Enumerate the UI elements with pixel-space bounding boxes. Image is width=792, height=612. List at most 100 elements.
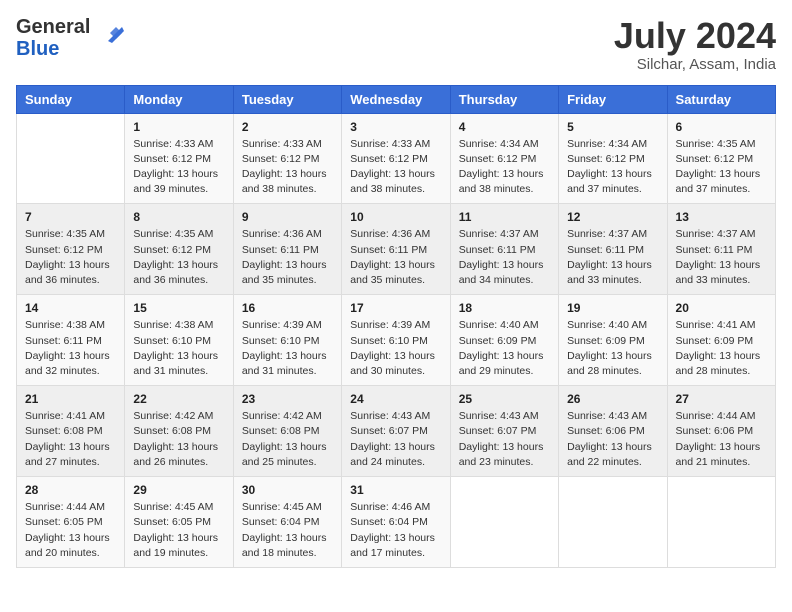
calendar-day-cell: 1 Sunrise: 4:33 AMSunset: 6:12 PMDaylight…	[125, 113, 233, 204]
day-info: Sunrise: 4:33 AMSunset: 6:12 PMDaylight:…	[133, 137, 224, 198]
day-number: 9	[242, 210, 333, 224]
calendar-day-cell	[667, 477, 775, 568]
calendar-header: SundayMondayTuesdayWednesdayThursdayFrid…	[17, 85, 776, 113]
day-number: 16	[242, 301, 333, 315]
day-number: 17	[350, 301, 441, 315]
day-info: Sunrise: 4:41 AMSunset: 6:09 PMDaylight:…	[676, 318, 767, 379]
day-number: 4	[459, 120, 550, 134]
calendar-week-row: 28Sunrise: 4:44 AMSunset: 6:05 PMDayligh…	[17, 477, 776, 568]
calendar-day-cell: 16 Sunrise: 4:39 AMSunset: 6:10 PMDayligh…	[233, 295, 341, 386]
day-info: Sunrise: 4:38 AMSunset: 6:10 PMDaylight:…	[133, 318, 224, 379]
day-number: 24	[350, 392, 441, 406]
day-number: 8	[133, 210, 224, 224]
day-number: 12	[567, 210, 658, 224]
logo: General Blue	[16, 16, 124, 60]
day-number: 11	[459, 210, 550, 224]
calendar-day-cell	[559, 477, 667, 568]
day-number: 28	[25, 483, 116, 497]
calendar-week-row: 14 Sunrise: 4:38 AMSunset: 6:11 PMDayligh…	[17, 295, 776, 386]
logo-general: General Blue	[16, 16, 90, 60]
day-number: 19	[567, 301, 658, 315]
day-info: Sunrise: 4:37 AMSunset: 6:11 PMDaylight:…	[459, 227, 550, 288]
title-area: July 2024 Silchar, Assam, India	[614, 16, 776, 73]
day-info: Sunrise: 4:38 AMSunset: 6:11 PMDaylight:…	[25, 318, 116, 379]
day-info: Sunrise: 4:45 AMSunset: 6:04 PMDaylight:…	[242, 500, 333, 561]
day-number: 13	[676, 210, 767, 224]
month-title: July 2024	[614, 16, 776, 56]
day-info: Sunrise: 4:33 AMSunset: 6:12 PMDaylight:…	[242, 137, 333, 198]
day-number: 18	[459, 301, 550, 315]
day-of-week-header: Saturday	[667, 85, 775, 113]
calendar-day-cell: 12 Sunrise: 4:37 AMSunset: 6:11 PMDayligh…	[559, 204, 667, 295]
day-number: 5	[567, 120, 658, 134]
day-number: 3	[350, 120, 441, 134]
calendar-day-cell: 3 Sunrise: 4:33 AMSunset: 6:12 PMDaylight…	[342, 113, 450, 204]
calendar-day-cell: 25Sunrise: 4:43 AMSunset: 6:07 PMDayligh…	[450, 386, 558, 477]
day-number: 22	[133, 392, 224, 406]
calendar-day-cell: 27Sunrise: 4:44 AMSunset: 6:06 PMDayligh…	[667, 386, 775, 477]
day-number: 6	[676, 120, 767, 134]
day-info: Sunrise: 4:41 AMSunset: 6:08 PMDaylight:…	[25, 409, 116, 470]
day-info: Sunrise: 4:44 AMSunset: 6:06 PMDaylight:…	[676, 409, 767, 470]
day-of-week-header: Wednesday	[342, 85, 450, 113]
day-of-week-header: Monday	[125, 85, 233, 113]
day-number: 20	[676, 301, 767, 315]
day-number: 25	[459, 392, 550, 406]
calendar-day-cell: 24 Sunrise: 4:43 AMSunset: 6:07 PMDayligh…	[342, 386, 450, 477]
calendar-day-cell: 18 Sunrise: 4:40 AMSunset: 6:09 PMDayligh…	[450, 295, 558, 386]
calendar-day-cell: 4 Sunrise: 4:34 AMSunset: 6:12 PMDaylight…	[450, 113, 558, 204]
calendar-day-cell: 9Sunrise: 4:36 AMSunset: 6:11 PMDaylight…	[233, 204, 341, 295]
location-subtitle: Silchar, Assam, India	[614, 56, 776, 73]
calendar-day-cell: 22 Sunrise: 4:42 AMSunset: 6:08 PMDayligh…	[125, 386, 233, 477]
calendar-day-cell: 29Sunrise: 4:45 AMSunset: 6:05 PMDayligh…	[125, 477, 233, 568]
calendar-day-cell: 20 Sunrise: 4:41 AMSunset: 6:09 PMDayligh…	[667, 295, 775, 386]
day-of-week-header: Thursday	[450, 85, 558, 113]
day-info: Sunrise: 4:42 AMSunset: 6:08 PMDaylight:…	[133, 409, 224, 470]
day-of-week-header: Tuesday	[233, 85, 341, 113]
calendar-week-row: 21 Sunrise: 4:41 AMSunset: 6:08 PMDayligh…	[17, 386, 776, 477]
logo-icon	[94, 19, 124, 49]
calendar-day-cell: 30 Sunrise: 4:45 AMSunset: 6:04 PMDayligh…	[233, 477, 341, 568]
day-info: Sunrise: 4:35 AMSunset: 6:12 PMDaylight:…	[133, 227, 224, 288]
calendar-body: 1 Sunrise: 4:33 AMSunset: 6:12 PMDaylight…	[17, 113, 776, 567]
day-info: Sunrise: 4:39 AMSunset: 6:10 PMDaylight:…	[242, 318, 333, 379]
calendar-day-cell: 10 Sunrise: 4:36 AMSunset: 6:11 PMDayligh…	[342, 204, 450, 295]
calendar-day-cell: 23 Sunrise: 4:42 AMSunset: 6:08 PMDayligh…	[233, 386, 341, 477]
day-number: 31	[350, 483, 441, 497]
calendar-day-cell	[17, 113, 125, 204]
day-info: Sunrise: 4:42 AMSunset: 6:08 PMDaylight:…	[242, 409, 333, 470]
calendar-day-cell: 26Sunrise: 4:43 AMSunset: 6:06 PMDayligh…	[559, 386, 667, 477]
day-number: 15	[133, 301, 224, 315]
day-info: Sunrise: 4:33 AMSunset: 6:12 PMDaylight:…	[350, 137, 441, 198]
calendar-week-row: 1 Sunrise: 4:33 AMSunset: 6:12 PMDaylight…	[17, 113, 776, 204]
day-number: 30	[242, 483, 333, 497]
calendar-day-cell	[450, 477, 558, 568]
calendar-day-cell: 6 Sunrise: 4:35 AMSunset: 6:12 PMDaylight…	[667, 113, 775, 204]
calendar-day-cell: 11 Sunrise: 4:37 AMSunset: 6:11 PMDayligh…	[450, 204, 558, 295]
day-of-week-header: Friday	[559, 85, 667, 113]
calendar-day-cell: 17 Sunrise: 4:39 AMSunset: 6:10 PMDayligh…	[342, 295, 450, 386]
day-info: Sunrise: 4:34 AMSunset: 6:12 PMDaylight:…	[459, 137, 550, 198]
calendar-table: SundayMondayTuesdayWednesdayThursdayFrid…	[16, 85, 776, 568]
day-of-week-header: Sunday	[17, 85, 125, 113]
day-info: Sunrise: 4:39 AMSunset: 6:10 PMDaylight:…	[350, 318, 441, 379]
header-row: SundayMondayTuesdayWednesdayThursdayFrid…	[17, 85, 776, 113]
calendar-day-cell: 19Sunrise: 4:40 AMSunset: 6:09 PMDayligh…	[559, 295, 667, 386]
calendar-day-cell: 5Sunrise: 4:34 AMSunset: 6:12 PMDaylight…	[559, 113, 667, 204]
day-info: Sunrise: 4:37 AMSunset: 6:11 PMDaylight:…	[567, 227, 658, 288]
day-number: 21	[25, 392, 116, 406]
day-number: 23	[242, 392, 333, 406]
day-info: Sunrise: 4:46 AMSunset: 6:04 PMDaylight:…	[350, 500, 441, 561]
day-info: Sunrise: 4:43 AMSunset: 6:06 PMDaylight:…	[567, 409, 658, 470]
day-number: 1	[133, 120, 224, 134]
day-info: Sunrise: 4:43 AMSunset: 6:07 PMDaylight:…	[350, 409, 441, 470]
calendar-week-row: 7Sunrise: 4:35 AMSunset: 6:12 PMDaylight…	[17, 204, 776, 295]
day-info: Sunrise: 4:36 AMSunset: 6:11 PMDaylight:…	[350, 227, 441, 288]
calendar-day-cell: 2Sunrise: 4:33 AMSunset: 6:12 PMDaylight…	[233, 113, 341, 204]
day-info: Sunrise: 4:35 AMSunset: 6:12 PMDaylight:…	[676, 137, 767, 198]
day-info: Sunrise: 4:37 AMSunset: 6:11 PMDaylight:…	[676, 227, 767, 288]
day-number: 14	[25, 301, 116, 315]
day-number: 10	[350, 210, 441, 224]
day-info: Sunrise: 4:35 AMSunset: 6:12 PMDaylight:…	[25, 227, 116, 288]
day-info: Sunrise: 4:40 AMSunset: 6:09 PMDaylight:…	[459, 318, 550, 379]
